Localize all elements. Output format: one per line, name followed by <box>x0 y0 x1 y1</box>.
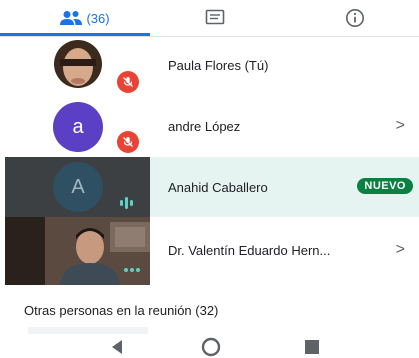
tab-info[interactable] <box>320 0 390 36</box>
chevron-right-icon[interactable]: > <box>396 241 405 259</box>
speaking-icon <box>120 197 133 209</box>
participant-name: Anahid Caballero <box>168 180 268 195</box>
back-icon[interactable] <box>108 338 126 356</box>
participant-tile: a <box>5 97 150 157</box>
mic-off-icon <box>117 71 139 93</box>
new-badge: NUEVO <box>357 178 413 194</box>
chat-icon <box>205 9 225 25</box>
people-icon <box>60 11 83 25</box>
system-nav-bar <box>0 334 419 358</box>
tab-people[interactable]: (36) <box>20 0 150 36</box>
home-icon[interactable] <box>200 336 222 358</box>
people-count: (36) <box>86 10 110 26</box>
info-icon <box>346 9 364 27</box>
participant-name: Paula Flores (Tú) <box>168 58 269 73</box>
avatar-initial: a <box>72 115 84 138</box>
avatar-initial: A <box>71 175 85 198</box>
tab-chat[interactable] <box>180 0 250 36</box>
avatar: a <box>53 102 103 152</box>
participant-name: Dr. Valentín Eduardo Hern... <box>168 243 331 258</box>
participant-name: andre López <box>168 119 241 134</box>
participant-tile <box>5 37 150 97</box>
chevron-right-icon[interactable]: > <box>396 117 405 135</box>
tab-bar: (36) <box>0 0 419 36</box>
participant-tile <box>5 217 150 285</box>
others-heading: Otras personas en la reunión (32) <box>24 303 219 318</box>
more-options-icon <box>124 268 140 272</box>
recents-icon[interactable] <box>304 338 320 356</box>
mic-off-icon <box>117 131 139 153</box>
participant-tile: A <box>5 157 150 217</box>
video-feed <box>5 217 150 285</box>
avatar: A <box>53 162 103 212</box>
